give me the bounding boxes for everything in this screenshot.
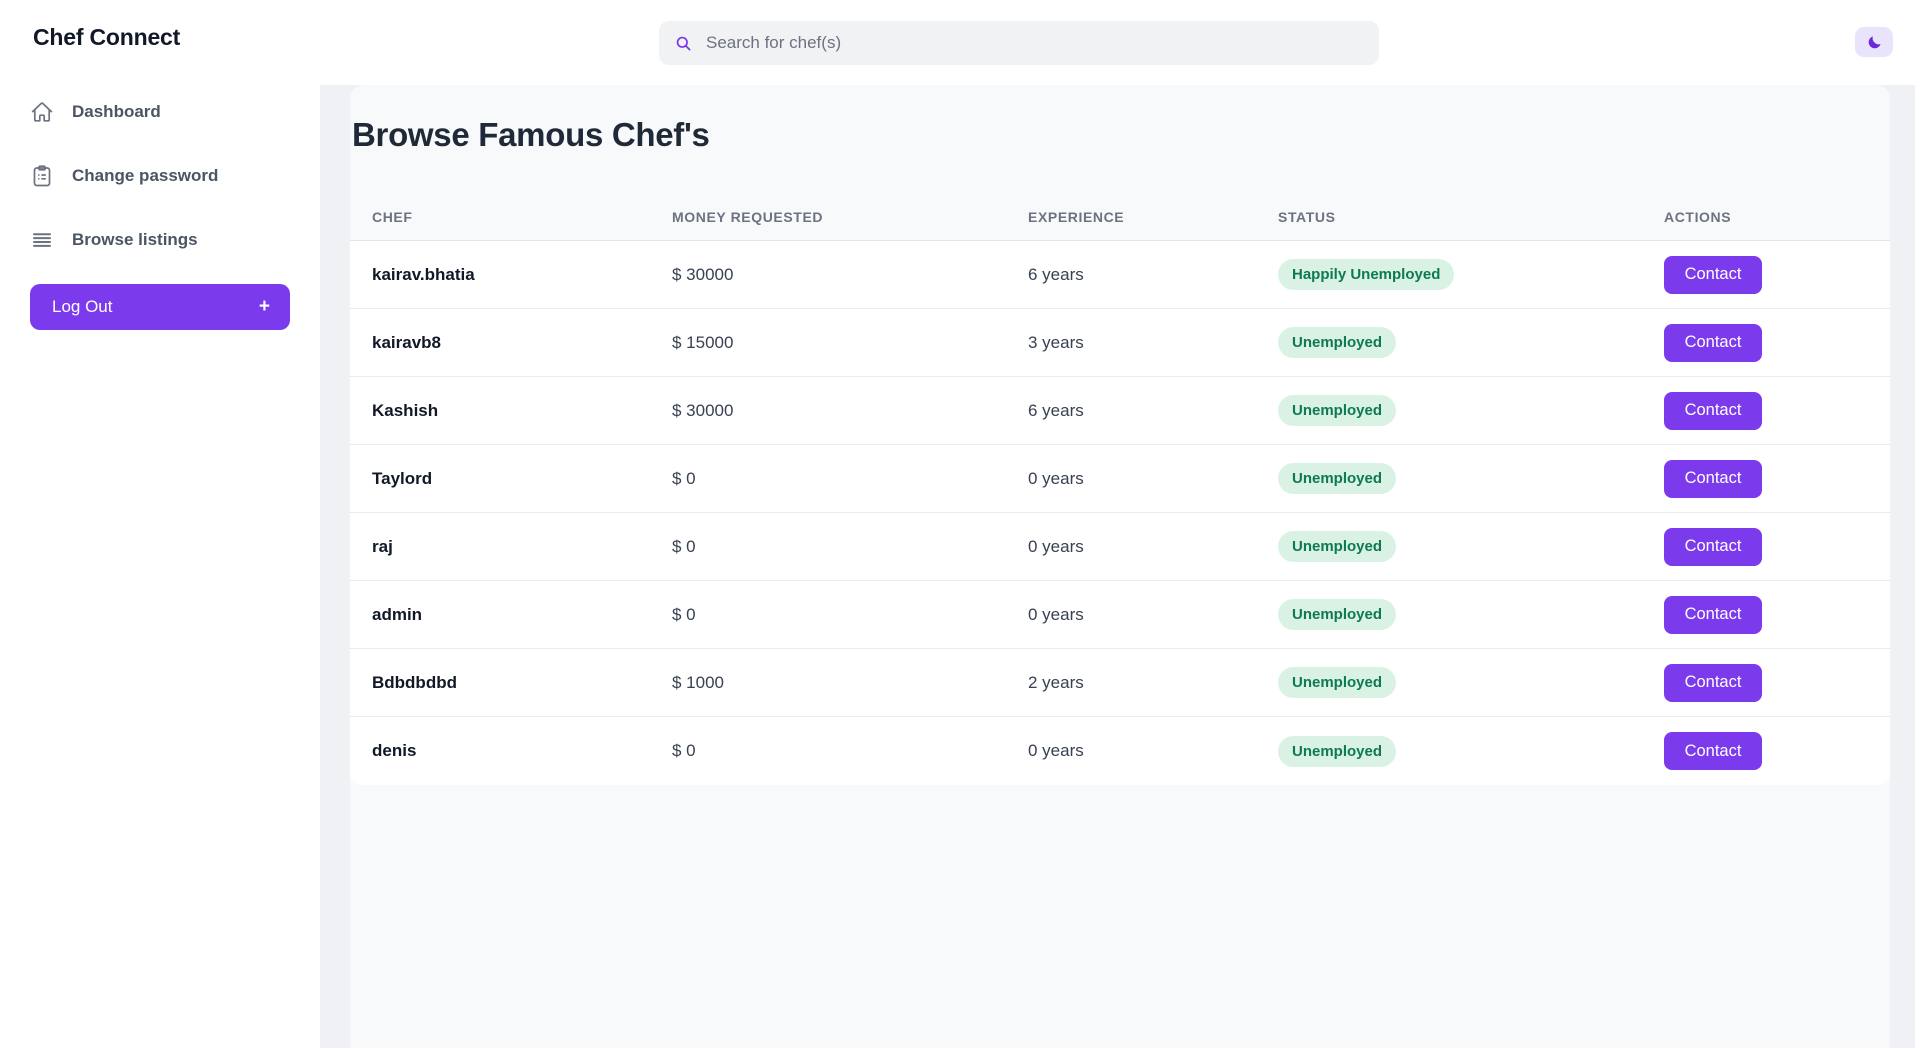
experience: 3 years bbox=[1028, 333, 1278, 353]
page-title: Browse Famous Chef's bbox=[352, 113, 1890, 157]
actions-cell: Contact bbox=[1664, 460, 1890, 498]
plus-icon: + bbox=[259, 296, 270, 318]
table-row: Taylord$ 00 yearsUnemployed Contact bbox=[350, 445, 1890, 513]
chef-name: denis bbox=[372, 741, 672, 761]
table-header-row: CHEF MONEY REQUESTED EXPERIENCE STATUS A… bbox=[350, 193, 1890, 241]
table-row: Kashish$ 300006 yearsUnemployed Contact bbox=[350, 377, 1890, 445]
status-cell: Unemployed bbox=[1278, 463, 1664, 494]
money-requested: $ 0 bbox=[672, 605, 1028, 625]
actions-cell: Contact bbox=[1664, 392, 1890, 430]
chef-name: admin bbox=[372, 605, 672, 625]
search-input[interactable] bbox=[704, 32, 1364, 54]
table-row: Bdbdbdbd$ 10002 yearsUnemployed Contact bbox=[350, 649, 1890, 717]
sidebar-item-browse-listings[interactable]: Browse listings bbox=[30, 220, 290, 260]
chef-table: CHEF MONEY REQUESTED EXPERIENCE STATUS A… bbox=[350, 193, 1890, 785]
search-bar[interactable] bbox=[659, 21, 1379, 65]
column-header-experience: EXPERIENCE bbox=[1028, 209, 1278, 225]
chef-name: kairav.bhatia bbox=[372, 265, 672, 285]
sidebar-item-change-password[interactable]: Change password bbox=[30, 156, 290, 196]
table-row: admin$ 00 yearsUnemployed Contact bbox=[350, 581, 1890, 649]
column-header-money-requested: MONEY REQUESTED bbox=[672, 209, 1028, 225]
contact-button[interactable]: Contact bbox=[1664, 460, 1762, 498]
sidebar-item-label: Change password bbox=[72, 166, 218, 186]
sidebar: Dashboard Change password Browse listing… bbox=[0, 85, 320, 1048]
experience: 0 years bbox=[1028, 537, 1278, 557]
list-icon bbox=[30, 228, 54, 252]
status-badge: Happily Unemployed bbox=[1278, 259, 1454, 290]
actions-cell: Contact bbox=[1664, 664, 1890, 702]
contact-button[interactable]: Contact bbox=[1664, 732, 1762, 770]
status-cell: Unemployed bbox=[1278, 736, 1664, 767]
status-cell: Unemployed bbox=[1278, 327, 1664, 358]
home-icon bbox=[30, 100, 54, 124]
contact-button[interactable]: Contact bbox=[1664, 596, 1762, 634]
experience: 0 years bbox=[1028, 469, 1278, 489]
contact-button[interactable]: Contact bbox=[1664, 664, 1762, 702]
status-cell: Unemployed bbox=[1278, 599, 1664, 630]
actions-cell: Contact bbox=[1664, 732, 1890, 770]
column-header-chef: CHEF bbox=[372, 209, 672, 225]
chef-name: Taylord bbox=[372, 469, 672, 489]
main-panel: Browse Famous Chef's CHEF MONEY REQUESTE… bbox=[320, 85, 1915, 1048]
chef-name: raj bbox=[372, 537, 672, 557]
column-header-actions: ACTIONS bbox=[1664, 209, 1890, 225]
status-badge: Unemployed bbox=[1278, 463, 1396, 494]
contact-button[interactable]: Contact bbox=[1664, 528, 1762, 566]
chef-name: Kashish bbox=[372, 401, 672, 421]
app-logo: Chef Connect bbox=[33, 24, 180, 51]
logout-button[interactable]: Log Out + bbox=[30, 284, 290, 330]
status-cell: Unemployed bbox=[1278, 531, 1664, 562]
money-requested: $ 0 bbox=[672, 741, 1028, 761]
actions-cell: Contact bbox=[1664, 528, 1890, 566]
sidebar-item-dashboard[interactable]: Dashboard bbox=[30, 92, 290, 132]
contact-button[interactable]: Contact bbox=[1664, 256, 1762, 294]
experience: 6 years bbox=[1028, 401, 1278, 421]
table-row: kairav.bhatia$ 300006 yearsHappily Unemp… bbox=[350, 241, 1890, 309]
status-badge: Unemployed bbox=[1278, 736, 1396, 767]
column-header-status: STATUS bbox=[1278, 209, 1664, 225]
status-badge: Unemployed bbox=[1278, 599, 1396, 630]
money-requested: $ 30000 bbox=[672, 265, 1028, 285]
chef-name: kairavb8 bbox=[372, 333, 672, 353]
status-cell: Unemployed bbox=[1278, 667, 1664, 698]
contact-button[interactable]: Contact bbox=[1664, 324, 1762, 362]
content-card: Browse Famous Chef's CHEF MONEY REQUESTE… bbox=[350, 85, 1890, 1048]
table-row: denis$ 00 yearsUnemployed Contact bbox=[350, 717, 1890, 785]
actions-cell: Contact bbox=[1664, 324, 1890, 362]
status-badge: Unemployed bbox=[1278, 327, 1396, 358]
actions-cell: Contact bbox=[1664, 596, 1890, 634]
money-requested: $ 0 bbox=[672, 469, 1028, 489]
status-badge: Unemployed bbox=[1278, 667, 1396, 698]
clipboard-icon bbox=[30, 164, 54, 188]
status-cell: Happily Unemployed bbox=[1278, 259, 1664, 290]
chef-table-body: kairav.bhatia$ 300006 yearsHappily Unemp… bbox=[350, 241, 1890, 785]
experience: 0 years bbox=[1028, 605, 1278, 625]
chef-name: Bdbdbdbd bbox=[372, 673, 672, 693]
theme-toggle-button[interactable] bbox=[1855, 27, 1893, 57]
experience: 2 years bbox=[1028, 673, 1278, 693]
money-requested: $ 0 bbox=[672, 537, 1028, 557]
status-cell: Unemployed bbox=[1278, 395, 1664, 426]
sidebar-item-label: Browse listings bbox=[72, 230, 198, 250]
sidebar-item-label: Dashboard bbox=[72, 102, 161, 122]
money-requested: $ 1000 bbox=[672, 673, 1028, 693]
search-icon bbox=[674, 34, 693, 53]
actions-cell: Contact bbox=[1664, 256, 1890, 294]
contact-button[interactable]: Contact bbox=[1664, 392, 1762, 430]
moon-icon bbox=[1866, 34, 1883, 51]
status-badge: Unemployed bbox=[1278, 531, 1396, 562]
experience: 6 years bbox=[1028, 265, 1278, 285]
table-row: kairavb8$ 150003 yearsUnemployed Contact bbox=[350, 309, 1890, 377]
top-bar: Chef Connect bbox=[0, 0, 1915, 85]
table-row: raj$ 00 yearsUnemployed Contact bbox=[350, 513, 1890, 581]
money-requested: $ 15000 bbox=[672, 333, 1028, 353]
status-badge: Unemployed bbox=[1278, 395, 1396, 426]
experience: 0 years bbox=[1028, 741, 1278, 761]
money-requested: $ 30000 bbox=[672, 401, 1028, 421]
logout-label: Log Out bbox=[52, 297, 113, 317]
